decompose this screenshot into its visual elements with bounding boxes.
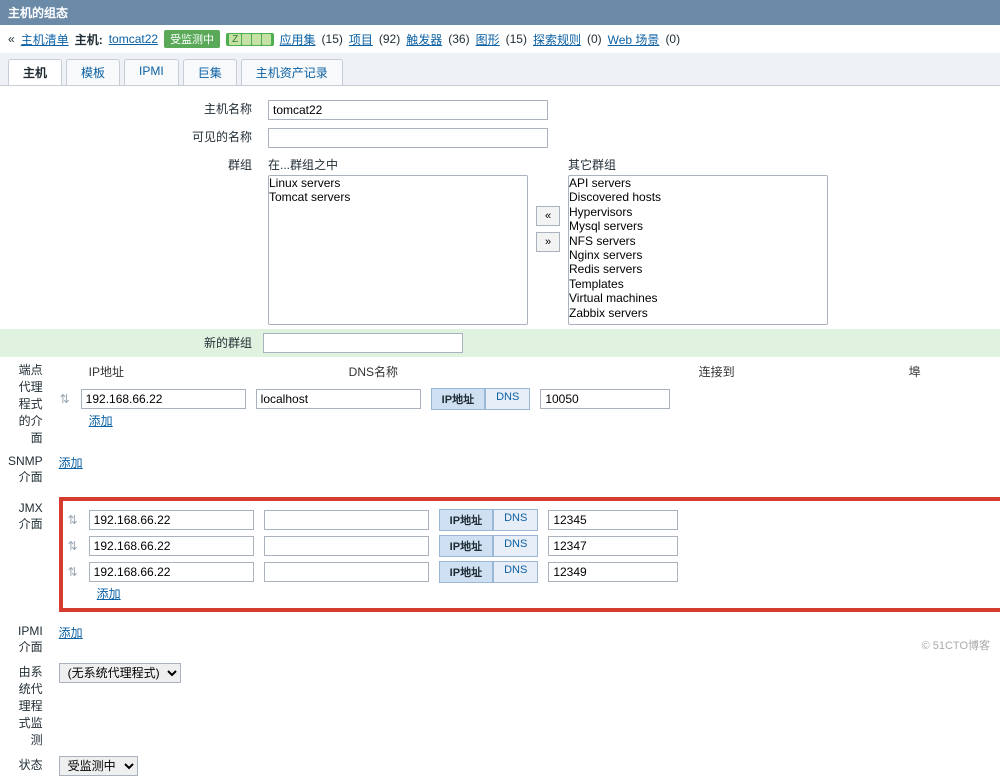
col-dns: DNS名称: [349, 363, 459, 380]
jmx-connect-dns[interactable]: DNS: [493, 561, 538, 583]
col-connect: 连接到: [699, 363, 809, 380]
jmx-connect-ip[interactable]: IP地址: [439, 561, 493, 583]
visiblename-label: 可见的名称: [0, 124, 260, 152]
jmx-dns-input[interactable]: [264, 510, 429, 530]
tab-ipmi[interactable]: IPMI: [124, 59, 179, 85]
triggers-count: (36): [448, 32, 469, 46]
tab-macros[interactable]: 巨集: [183, 59, 237, 85]
in-groups-label: 在...群组之中: [268, 156, 528, 173]
jmx-dns-input[interactable]: [264, 536, 429, 556]
drag-icon[interactable]: ⇅: [67, 513, 79, 527]
jmx-connect-ip[interactable]: IP地址: [439, 509, 493, 531]
drag-icon[interactable]: ⇅: [67, 539, 79, 553]
hostname-label: 主机名称: [0, 96, 260, 124]
other-groups-label: 其它群组: [568, 156, 828, 173]
status-select[interactable]: 受监测中: [59, 756, 138, 776]
snmp-add-link[interactable]: 添加: [59, 456, 83, 470]
hostname-input[interactable]: [268, 100, 548, 120]
other-groups-list[interactable]: API serversDiscovered hostsHypervisorsMy…: [568, 175, 828, 325]
newgroup-label: 新的群组: [8, 334, 260, 351]
graphs-count: (15): [506, 32, 527, 46]
jmx-port-input[interactable]: [548, 562, 678, 582]
host-label: 主机:: [75, 31, 103, 48]
proxy-select[interactable]: (无系统代理程式): [59, 663, 181, 683]
jmx-port-input[interactable]: [548, 536, 678, 556]
jmx-dns-input[interactable]: [264, 562, 429, 582]
items-link[interactable]: 项目: [349, 31, 373, 48]
tab-host[interactable]: 主机: [8, 59, 62, 85]
agent-port-input[interactable]: [540, 389, 670, 409]
back-arrow: «: [8, 32, 15, 46]
tab-inventory[interactable]: 主机资产记录: [241, 59, 343, 85]
host-list-link[interactable]: 主机清单: [21, 31, 69, 48]
agent-connect-dns[interactable]: DNS: [485, 388, 530, 410]
jmx-ip-input[interactable]: [89, 510, 254, 530]
web-link[interactable]: Web 场景: [608, 31, 660, 48]
col-port: 埠: [909, 363, 1000, 380]
group-move-right[interactable]: »: [536, 232, 560, 252]
drag-icon[interactable]: ⇅: [59, 392, 71, 406]
triggers-link[interactable]: 触发器: [406, 31, 442, 48]
status-badge: 受监测中: [164, 30, 220, 48]
agent-add-link[interactable]: 添加: [89, 414, 113, 428]
groups-label: 群组: [0, 152, 260, 329]
jmx-connect-ip[interactable]: IP地址: [439, 535, 493, 557]
proxy-label: 由系统代理程式监测: [0, 659, 51, 752]
group-move-left[interactable]: «: [536, 206, 560, 226]
jmx-ip-input[interactable]: [89, 536, 254, 556]
jmx-connect-dns[interactable]: DNS: [493, 509, 538, 531]
host-form: 主机名称 可见的名称 群组 在...群组之中 Linux serversTomc…: [0, 96, 1000, 329]
jmx-highlight-box: ⇅IP地址DNS⇅IP地址DNS⇅IP地址DNS添加 移除: [59, 497, 1000, 612]
jmx-interface-row: ⇅ IP地址DNS: [67, 507, 995, 533]
web-count: (0): [665, 32, 680, 46]
ipmi-label: IPMI介面: [0, 620, 51, 659]
discovery-count: (0): [587, 32, 602, 46]
breadcrumb: « 主机清单 主机: tomcat22 受监测中 Z 应用集 (15) 项目 (92…: [0, 25, 1000, 53]
discovery-link[interactable]: 探索规则: [533, 31, 581, 48]
agent-ip-input[interactable]: [81, 389, 246, 409]
jmx-interface-row: ⇅ IP地址DNS: [67, 559, 995, 585]
ipmi-add-link[interactable]: 添加: [59, 626, 83, 640]
visiblename-input[interactable]: [268, 128, 548, 148]
agent-label: 端点代理程式的介面: [0, 357, 51, 450]
availability-icon: Z: [226, 33, 273, 46]
jmx-ip-input[interactable]: [89, 562, 254, 582]
tab-templates[interactable]: 模板: [66, 59, 120, 85]
apps-count: (15): [322, 32, 343, 46]
jmx-interface-row: ⇅ IP地址DNS: [67, 533, 995, 559]
snmp-label: SNMP介面: [0, 450, 51, 489]
tabs: 主机 模板 IPMI 巨集 主机资产记录: [0, 53, 1000, 86]
jmx-connect-dns[interactable]: DNS: [493, 535, 538, 557]
agent-dns-input[interactable]: [256, 389, 421, 409]
newgroup-row: 新的群组: [0, 329, 1000, 357]
items-count: (92): [379, 32, 400, 46]
status-label: 状态: [0, 752, 51, 780]
agent-connect-ip[interactable]: IP地址: [431, 388, 485, 410]
newgroup-input[interactable]: [263, 333, 463, 353]
in-groups-list[interactable]: Linux serversTomcat servers: [268, 175, 528, 325]
jmx-label: JMX介面: [0, 489, 51, 620]
page-title: 主机的组态: [0, 0, 1000, 25]
watermark: © 51CTO博客: [922, 637, 990, 653]
host-name-link[interactable]: tomcat22: [109, 32, 158, 46]
graphs-link[interactable]: 图形: [476, 31, 500, 48]
jmx-add-link[interactable]: 添加: [97, 587, 121, 601]
col-ip: IP地址: [89, 363, 199, 380]
jmx-port-input[interactable]: [548, 510, 678, 530]
drag-icon[interactable]: ⇅: [67, 565, 79, 579]
agent-interface-row: ⇅ IP地址 DNS: [59, 386, 1000, 412]
apps-link[interactable]: 应用集: [280, 31, 316, 48]
